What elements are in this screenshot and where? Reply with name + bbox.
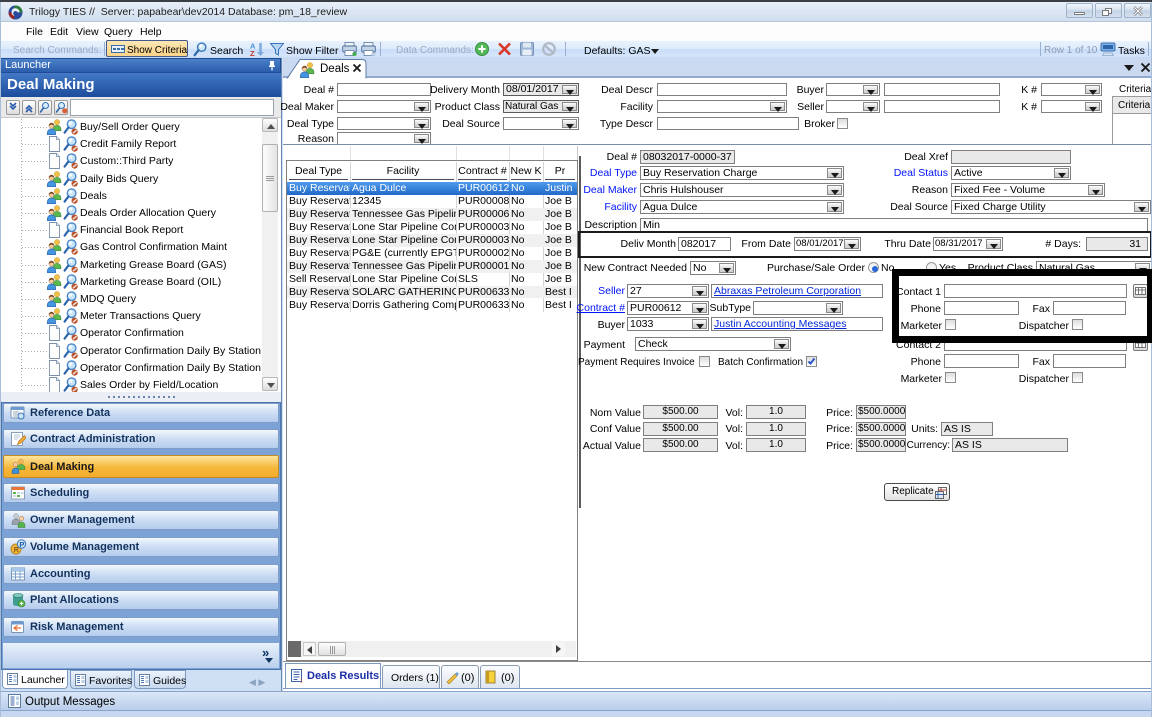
svg-text:Z: Z bbox=[250, 49, 255, 57]
svg-text:R: R bbox=[14, 547, 19, 554]
svg-text:P: P bbox=[19, 540, 24, 549]
svg-text:1: 1 bbox=[300, 679, 303, 684]
